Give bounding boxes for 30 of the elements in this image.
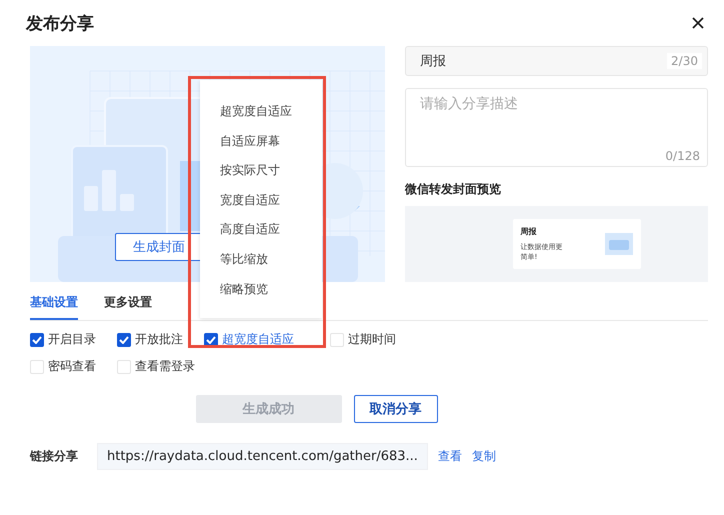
link-field[interactable]: https://raydata.cloud.tencent.com/gather/683... xyxy=(97,443,428,470)
settings-tab[interactable]: 基础设置 xyxy=(30,288,78,320)
checkbox[interactable] xyxy=(117,332,131,346)
option-checkbox[interactable]: 查看需登录 xyxy=(117,358,195,375)
menu-item[interactable]: 超宽度自适应 xyxy=(200,100,322,130)
option-checkbox[interactable]: 过期时间 xyxy=(330,331,402,348)
checkbox[interactable] xyxy=(204,332,218,346)
close-icon[interactable] xyxy=(692,17,704,29)
checkbox[interactable] xyxy=(30,332,44,346)
settings-tab[interactable]: 更多设置 xyxy=(104,288,152,320)
menu-item[interactable]: 高度自适应 xyxy=(200,218,322,248)
thumbnail-icon xyxy=(604,233,632,255)
cancel-share-button[interactable]: 取消分享 xyxy=(354,395,438,423)
dialog-title: 发布分享 xyxy=(26,12,94,34)
character-counter: 2/30 xyxy=(667,53,702,69)
character-counter: 0/128 xyxy=(665,149,700,163)
option-checkbox[interactable]: 开启目录 xyxy=(30,331,102,348)
preview-heading: 微信转发封面预览 xyxy=(405,181,502,198)
generate-cover-button[interactable]: 生成封面 xyxy=(115,233,203,261)
link[interactable]: 复制 xyxy=(472,448,496,465)
menu-item[interactable]: 按实际尺寸 xyxy=(200,159,322,189)
menu-item[interactable]: 自适应屏幕 xyxy=(200,130,322,160)
menu-item[interactable]: 宽度自适应 xyxy=(200,188,322,218)
option-checkbox[interactable]: 开放批注 xyxy=(117,331,189,348)
link[interactable]: 查看 xyxy=(438,448,462,465)
option-checkbox[interactable]: 密码查看 xyxy=(30,358,102,375)
menu-item[interactable]: 等比缩放 xyxy=(200,248,322,278)
card-title: 周报 xyxy=(520,226,538,237)
menu-item[interactable]: 缩略预览 xyxy=(200,278,322,308)
link-label: 链接分享 xyxy=(30,448,79,465)
